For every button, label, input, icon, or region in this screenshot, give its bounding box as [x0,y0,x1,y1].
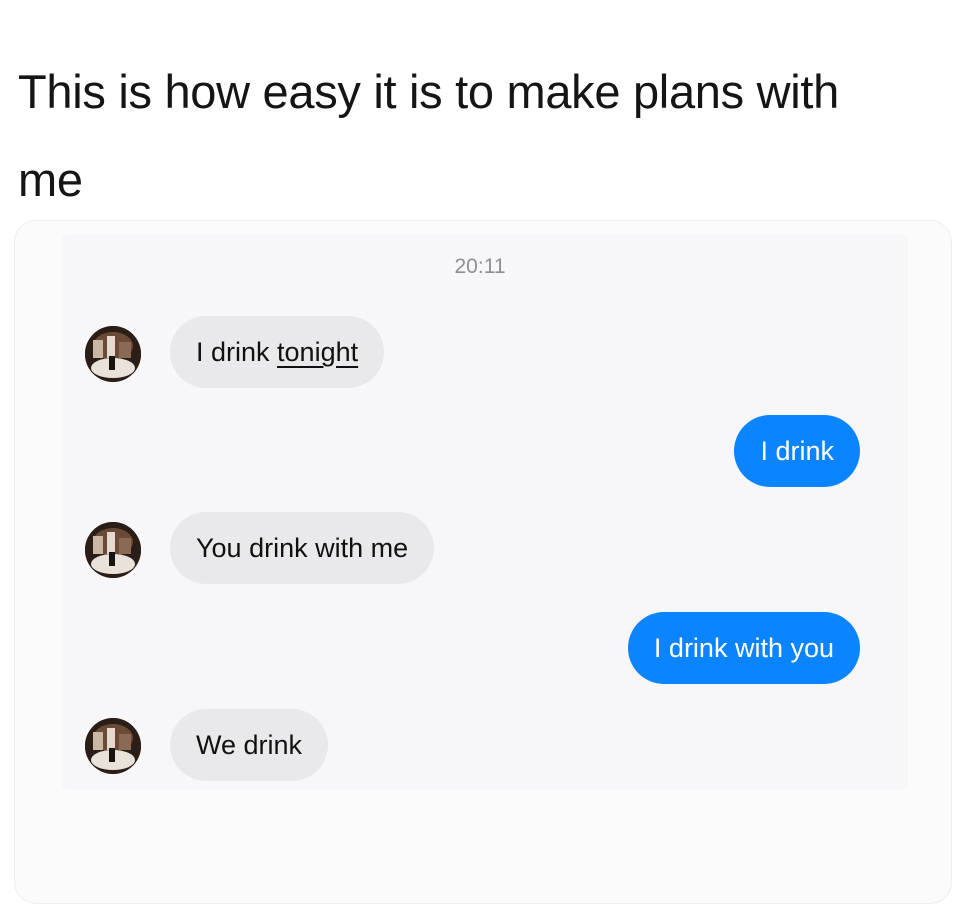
contact-avatar-icon[interactable] [85,326,141,382]
date-detector-link[interactable]: tonight [277,337,358,367]
message-text: I drink with you [653,633,834,663]
conversation-view[interactable] [62,234,908,790]
caption-line-1: This is how easy it is to make plans wit… [18,65,839,118]
contact-avatar-icon[interactable] [85,718,141,774]
meme-caption: This is how easy it is to make plans wit… [18,48,938,224]
message-text: I drink [196,337,278,367]
message-text: We drink [196,730,303,760]
message-bubble-outgoing[interactable]: I drink [734,415,860,487]
message-timestamp: 20:11 [454,255,506,278]
message-bubble-incoming[interactable]: I drink tonight [170,316,385,388]
contact-avatar-icon[interactable] [85,522,141,578]
message-text: You drink with me [196,533,409,563]
message-text: I drink [760,436,834,466]
caption-line-2: me [18,153,83,206]
message-bubble-incoming[interactable]: We drink [170,709,329,781]
message-bubble-incoming[interactable]: You drink with me [170,512,435,584]
message-bubble-outgoing[interactable]: I drink with you [627,612,860,684]
